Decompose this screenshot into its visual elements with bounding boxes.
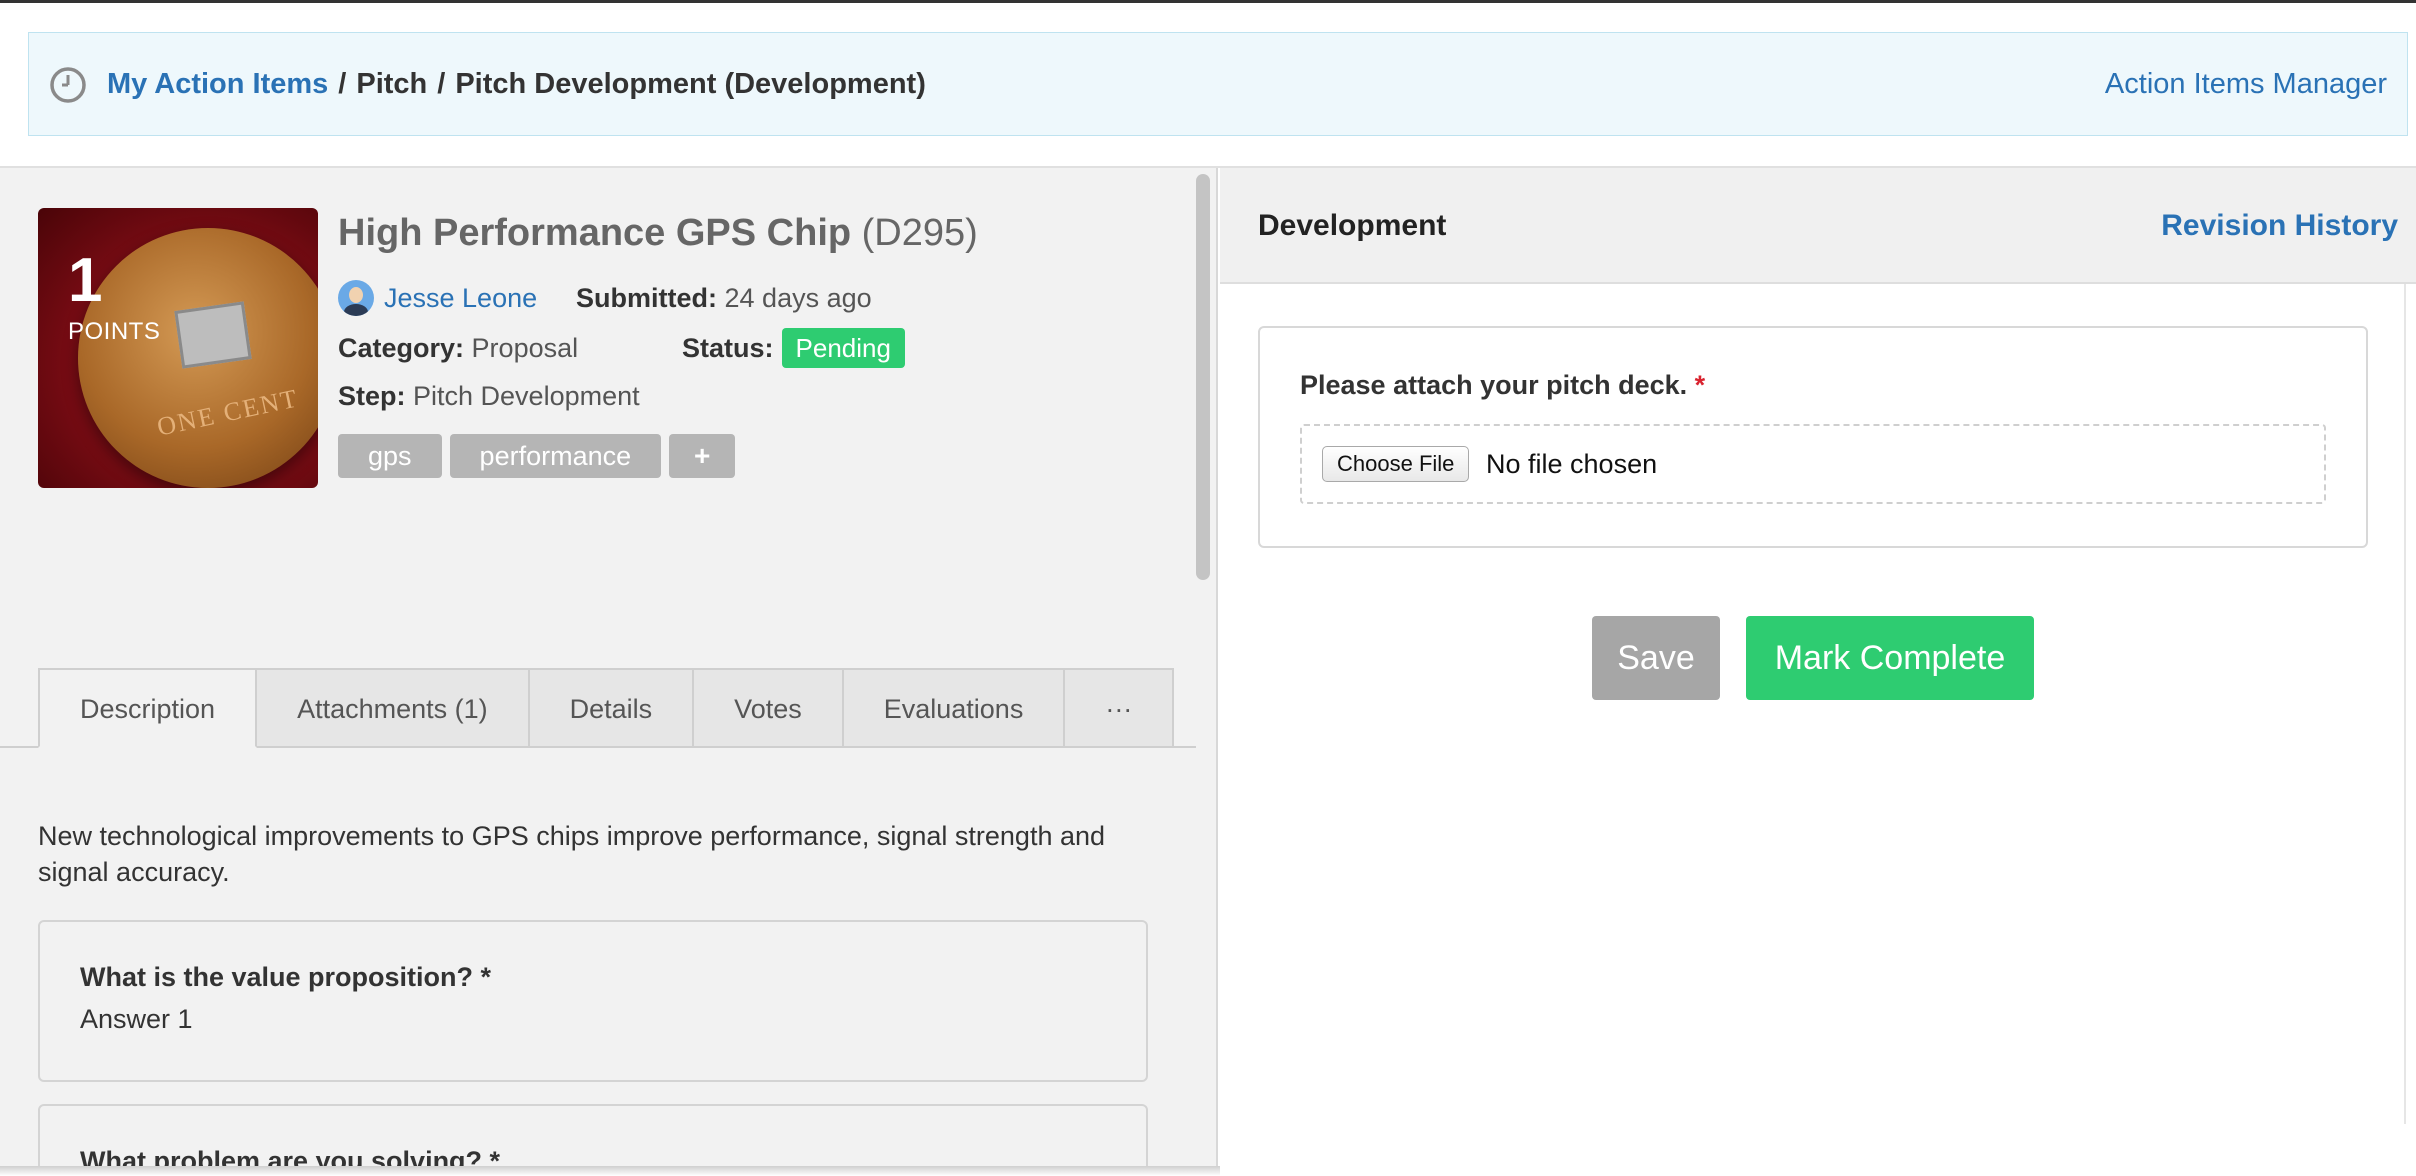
breadcrumb-separator: / <box>338 67 347 100</box>
choose-file-button[interactable]: Choose File <box>1322 446 1470 482</box>
required-indicator: * <box>1694 370 1706 400</box>
tab-evaluations[interactable]: Evaluations <box>843 668 1066 748</box>
idea-detail-pane: ONE CENT 1 POINTS High Performance GPS C… <box>0 168 1218 1168</box>
submitted-label: Submitted: <box>576 283 717 313</box>
breadcrumb-pitch: Pitch <box>356 67 428 100</box>
action-panel-header: Development Revision History <box>1220 168 2416 284</box>
tab-description[interactable]: Description <box>38 668 258 748</box>
status-label: Status: <box>682 332 774 363</box>
question-label: What problem are you solving? * <box>80 1146 501 1168</box>
step-value: Pitch Development <box>413 381 640 411</box>
chip-image <box>174 301 252 369</box>
tab-votes[interactable]: Votes <box>694 668 844 748</box>
submitted-info: Submitted: 24 days ago <box>576 280 872 316</box>
tag-list: gps performance + <box>338 434 736 478</box>
clock-icon <box>50 67 86 103</box>
status-info: Status: Pending <box>682 328 905 368</box>
idea-thumbnail: ONE CENT 1 POINTS <box>38 208 318 488</box>
breadcrumb-current: Pitch Development (Development) <box>455 67 926 100</box>
idea-title: High Performance GPS Chip (D295) <box>338 212 978 255</box>
author: Jesse Leone <box>338 280 537 316</box>
breadcrumb: My Action Items / Pitch / Pitch Developm… <box>107 33 926 135</box>
tab-details[interactable]: Details <box>529 668 695 748</box>
category-info: Category: Proposal <box>338 328 578 368</box>
question-card: What problem are you solving? * <box>38 1104 1148 1168</box>
file-drop-zone[interactable]: Choose File No file chosen <box>1300 424 2326 504</box>
attachment-form: Please attach your pitch deck. * Choose … <box>1258 326 2368 548</box>
pane-shadow <box>0 1166 1220 1176</box>
points-value: 1 <box>68 246 103 315</box>
action-panel-title: Development <box>1258 209 1447 242</box>
idea-title-text: High Performance GPS Chip <box>338 212 852 254</box>
top-border <box>0 0 2416 3</box>
points-label: POINTS <box>68 318 161 345</box>
idea-tabs: Description Attachments (1) Details Vote… <box>38 668 1175 748</box>
tag-gps[interactable]: gps <box>338 434 442 478</box>
coin-image: ONE CENT <box>78 228 318 488</box>
tab-attachments[interactable]: Attachments (1) <box>257 668 530 748</box>
left-pane-scrollbar[interactable] <box>1196 174 1210 580</box>
mark-complete-button[interactable]: Mark Complete <box>1746 616 2034 700</box>
add-tag-button[interactable]: + <box>669 434 736 478</box>
attachment-field-label: Please attach your pitch deck. * <box>1300 370 1705 401</box>
idea-code: (D295) <box>861 212 978 254</box>
question-card: What is the value proposition? * Answer … <box>38 920 1148 1082</box>
category-value: Proposal <box>471 333 579 363</box>
breadcrumb-my-action-items-link[interactable]: My Action Items <box>107 68 328 101</box>
tag-performance[interactable]: performance <box>449 434 662 478</box>
idea-description: New technological improvements to GPS ch… <box>38 821 1106 887</box>
avatar <box>338 280 374 316</box>
right-edge-divider <box>2404 284 2406 1124</box>
coin-caption: ONE CENT <box>154 383 302 442</box>
question-answer: Answer 1 <box>80 1004 193 1034</box>
attachment-label-text: Please attach your pitch deck. <box>1300 370 1688 400</box>
tab-more-menu[interactable]: ··· <box>1065 668 1175 748</box>
status-badge: Pending <box>781 328 905 368</box>
submitted-value: 24 days ago <box>724 283 872 313</box>
step-label: Step: <box>338 381 406 411</box>
step-info: Step: Pitch Development <box>338 376 640 416</box>
category-label: Category: <box>338 333 465 363</box>
breadcrumb-separator: / <box>437 67 446 100</box>
author-link[interactable]: Jesse Leone <box>384 283 537 314</box>
save-button[interactable]: Save <box>1592 616 1720 700</box>
breadcrumb-bar: My Action Items / Pitch / Pitch Developm… <box>28 32 2408 136</box>
revision-history-link[interactable]: Revision History <box>2161 168 2398 284</box>
question-label: What is the value proposition? * <box>80 962 492 992</box>
action-items-manager-link[interactable]: Action Items Manager <box>2105 33 2387 135</box>
file-status-text: No file chosen <box>1486 449 1658 479</box>
